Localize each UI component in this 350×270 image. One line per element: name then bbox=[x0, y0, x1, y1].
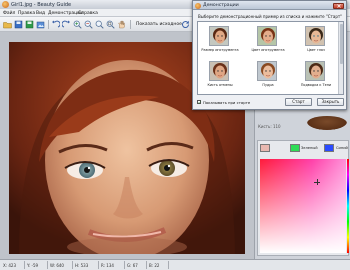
menu-view[interactable]: Вид bbox=[36, 11, 45, 16]
demo-thumbnail-list[interactable]: Размер инструмента Цвет инструмента Цвет… bbox=[197, 21, 344, 95]
show-at-startup-label: Показывать при старте bbox=[203, 99, 251, 105]
dialog-app-icon bbox=[195, 2, 201, 9]
dialog-title-bar[interactable]: Демонстрации bbox=[193, 1, 346, 10]
menu-edit[interactable]: Правка bbox=[18, 11, 35, 16]
swatch-current[interactable] bbox=[260, 144, 270, 152]
status-divider bbox=[146, 261, 147, 269]
demo-item-caption: Кисть отмены bbox=[207, 83, 233, 87]
refresh-icon[interactable] bbox=[181, 20, 190, 29]
color-crosshair-icon[interactable] bbox=[314, 179, 320, 185]
demo-item-caption: Цвет инструмента bbox=[251, 48, 285, 52]
toolbar-separator bbox=[48, 20, 49, 29]
demo-item[interactable]: Пудра bbox=[248, 60, 288, 90]
close-button[interactable]: Закрыть bbox=[317, 98, 344, 106]
status-x: X: 423 bbox=[3, 262, 16, 268]
brush-preview bbox=[307, 116, 347, 130]
status-y: Y: -59 bbox=[27, 262, 39, 268]
status-divider bbox=[168, 261, 169, 269]
open-folder-icon[interactable] bbox=[3, 20, 12, 29]
status-divider bbox=[72, 261, 73, 269]
checkmark-icon bbox=[198, 101, 201, 104]
menu-help[interactable]: Справка bbox=[78, 11, 98, 16]
status-divider bbox=[47, 261, 48, 269]
color-picker-panel: Зеленый Синий bbox=[257, 140, 349, 256]
woman-portrait-icon bbox=[305, 26, 325, 46]
demos-dialog: Демонстрации Выберите демонстрационный п… bbox=[192, 0, 347, 110]
zoom-out-icon[interactable] bbox=[84, 20, 93, 29]
window-title: Girl1.jpg - Beauty Guide bbox=[11, 1, 72, 8]
scrollbar-thumb[interactable] bbox=[339, 24, 343, 64]
woman-portrait-icon bbox=[305, 61, 325, 81]
color-gradient-field[interactable] bbox=[260, 159, 346, 253]
menu-file[interactable]: Файл bbox=[3, 11, 15, 16]
show-at-startup-checkbox[interactable] bbox=[197, 100, 201, 104]
save-icon[interactable] bbox=[14, 20, 23, 29]
status-divider bbox=[24, 261, 25, 269]
demo-item-caption: Цвет глаз bbox=[307, 48, 325, 52]
demo-item-caption: Подводка к Тени bbox=[300, 83, 332, 87]
woman-portrait-icon bbox=[209, 26, 229, 46]
status-bar: X: 423 Y: -59 W: 640 H: 533 R: 134 G: 67… bbox=[0, 259, 350, 270]
dialog-close-button[interactable] bbox=[333, 2, 344, 9]
hue-slider[interactable] bbox=[347, 159, 349, 253]
brush-size-label: Кисть: 110 bbox=[258, 124, 281, 129]
swatch-green-label: Зеленый bbox=[301, 146, 318, 150]
demo-item[interactable]: Подводка к Тени bbox=[296, 60, 336, 90]
zoom-actual-icon[interactable] bbox=[106, 20, 115, 29]
dialog-instruction: Выберите демонстрационный пример из спис… bbox=[198, 14, 343, 19]
status-red: R: 134 bbox=[101, 262, 114, 268]
demo-item[interactable]: Цвет глаз bbox=[296, 25, 336, 55]
thumbnail-scrollbar[interactable] bbox=[338, 22, 343, 94]
swatch-blue[interactable] bbox=[324, 144, 334, 152]
status-divider bbox=[98, 261, 99, 269]
demo-item[interactable]: Кисть отмены bbox=[200, 60, 240, 90]
export-icon[interactable] bbox=[36, 20, 45, 29]
status-green: G: 67 bbox=[127, 262, 138, 268]
color-swatch-row: Зеленый Синий bbox=[260, 144, 348, 156]
status-divider bbox=[124, 261, 125, 269]
swatch-green[interactable] bbox=[290, 144, 300, 152]
app-window: Girl1.jpg - Beauty Guide Файл Правка Вид… bbox=[0, 0, 350, 270]
save-as-icon[interactable] bbox=[25, 20, 34, 29]
status-blue: B: 22 bbox=[149, 262, 160, 268]
woman-portrait-icon bbox=[257, 26, 277, 46]
redo-icon[interactable] bbox=[62, 20, 71, 29]
woman-portrait-icon bbox=[257, 61, 277, 81]
swatch-blue-label: Синий bbox=[336, 146, 348, 150]
toolbar-separator bbox=[130, 20, 131, 29]
demo-item[interactable]: Размер инструмента bbox=[200, 25, 240, 55]
close-icon bbox=[337, 4, 341, 8]
status-height: H: 533 bbox=[75, 262, 89, 268]
undo-icon[interactable] bbox=[51, 20, 60, 29]
status-width: W: 640 bbox=[50, 262, 64, 268]
dialog-title: Демонстрации bbox=[203, 2, 239, 8]
demo-item-caption: Пудра bbox=[262, 83, 274, 87]
woman-portrait-icon bbox=[209, 61, 229, 81]
hand-icon[interactable] bbox=[117, 20, 126, 29]
show-original-button[interactable]: Показать исходное bbox=[136, 22, 182, 27]
app-logo-icon bbox=[2, 1, 9, 8]
zoom-in-icon[interactable] bbox=[73, 20, 82, 29]
demo-item-caption: Размер инструмента bbox=[201, 48, 239, 52]
demo-item[interactable]: Цвет инструмента bbox=[248, 25, 288, 55]
start-button[interactable]: Старт bbox=[285, 98, 312, 106]
zoom-fit-icon[interactable] bbox=[95, 20, 104, 29]
